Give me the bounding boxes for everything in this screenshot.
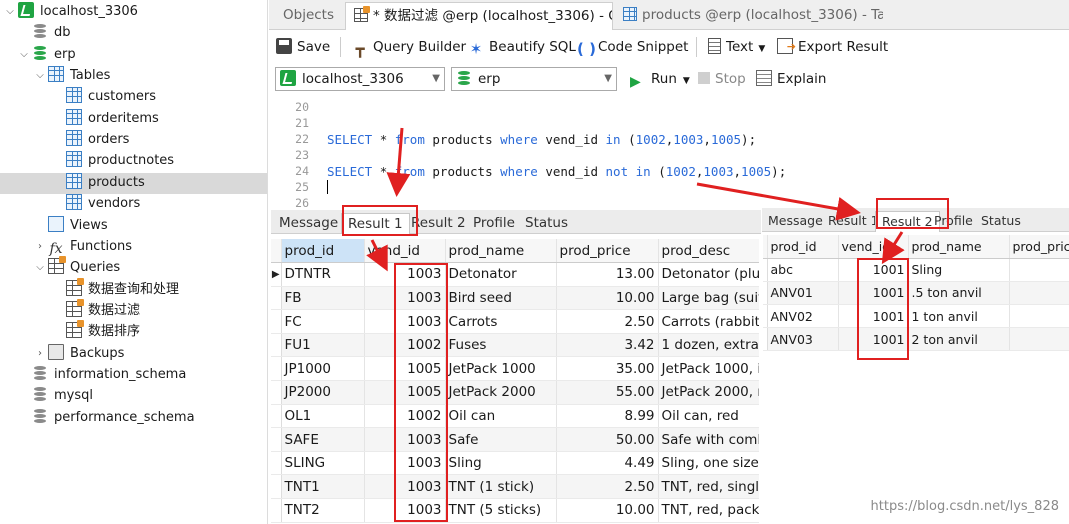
arrow-to-vend-id-1	[366, 239, 388, 272]
annotation-arrows	[366, 127, 905, 272]
arrow-to-result-2	[696, 182, 861, 221]
watermark-text: https://blog.csdn.net/lys_828	[870, 499, 1059, 514]
arrow-to-result-1	[386, 127, 411, 197]
arrow-to-vend-id-2	[881, 231, 905, 265]
